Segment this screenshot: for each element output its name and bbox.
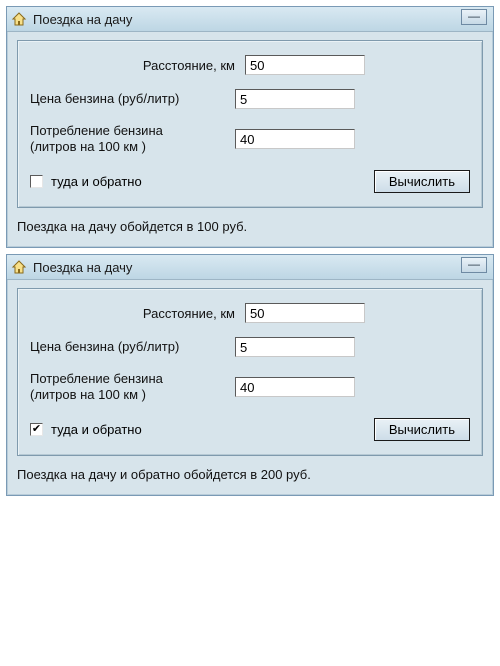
- minimize-button[interactable]: —: [461, 9, 487, 25]
- titlebar[interactable]: Поездка на дачу —: [7, 7, 493, 32]
- consumption-label-line2: (литров на 100 км ): [30, 387, 146, 402]
- minimize-button[interactable]: —: [461, 257, 487, 273]
- calculate-button[interactable]: Вычислить: [374, 418, 470, 441]
- distance-label: Расстояние, км: [30, 306, 245, 321]
- titlebar[interactable]: Поездка на дачу —: [7, 255, 493, 280]
- calculate-button[interactable]: Вычислить: [374, 170, 470, 193]
- distance-input[interactable]: [245, 55, 365, 75]
- roundtrip-checkbox[interactable]: [30, 175, 43, 188]
- distance-label: Расстояние, км: [30, 58, 245, 73]
- consumption-input[interactable]: [235, 129, 355, 149]
- consumption-label-line1: Потребление бензина: [30, 123, 163, 138]
- consumption-label-line2: (литров на 100 км ): [30, 139, 146, 154]
- price-input[interactable]: [235, 337, 355, 357]
- form-panel: Расстояние, км Цена бензина (руб/литр) П…: [17, 40, 483, 208]
- form-panel: Расстояние, км Цена бензина (руб/литр) П…: [17, 288, 483, 456]
- window-title: Поездка на дачу: [33, 260, 132, 275]
- roundtrip-checkbox[interactable]: ✔: [30, 423, 43, 436]
- window-trip-calc-1: Поездка на дачу — Расстояние, км Цена бе…: [6, 6, 494, 248]
- price-input[interactable]: [235, 89, 355, 109]
- price-label: Цена бензина (руб/литр): [30, 339, 235, 355]
- consumption-input[interactable]: [235, 377, 355, 397]
- consumption-label: Потребление бензина (литров на 100 км ): [30, 123, 235, 156]
- app-icon: [11, 11, 27, 27]
- consumption-label: Потребление бензина (литров на 100 км ): [30, 371, 235, 404]
- consumption-label-line1: Потребление бензина: [30, 371, 163, 386]
- app-icon: [11, 259, 27, 275]
- roundtrip-label: туда и обратно: [51, 422, 142, 437]
- result-text: Поездка на дачу и обратно обойдется в 20…: [17, 466, 483, 484]
- window-trip-calc-2: Поездка на дачу — Расстояние, км Цена бе…: [6, 254, 494, 496]
- roundtrip-label: туда и обратно: [51, 174, 142, 189]
- distance-input[interactable]: [245, 303, 365, 323]
- window-title: Поездка на дачу: [33, 12, 132, 27]
- price-label: Цена бензина (руб/литр): [30, 91, 235, 107]
- client-area: Расстояние, км Цена бензина (руб/литр) П…: [7, 32, 493, 247]
- client-area: Расстояние, км Цена бензина (руб/литр) П…: [7, 280, 493, 495]
- result-text: Поездка на дачу обойдется в 100 руб.: [17, 218, 483, 236]
